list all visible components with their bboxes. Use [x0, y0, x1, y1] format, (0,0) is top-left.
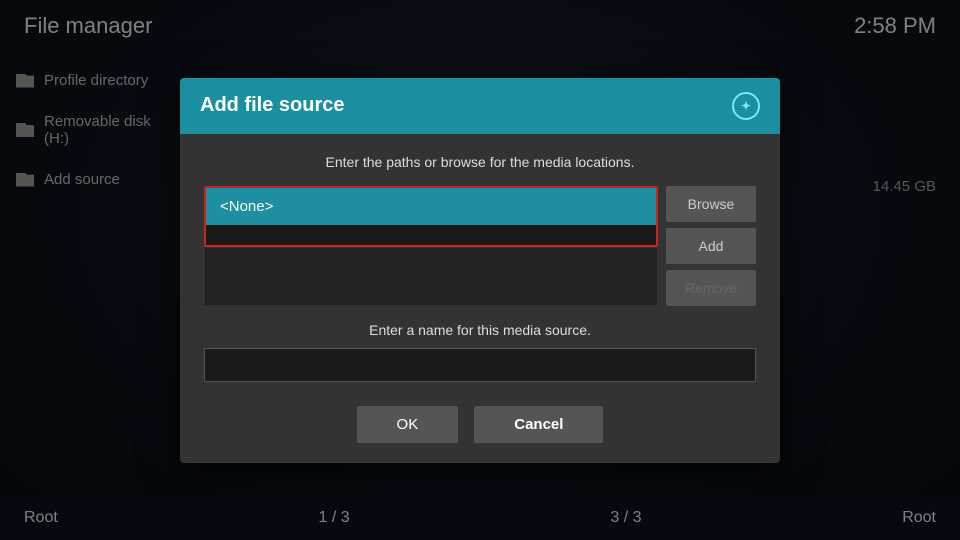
cancel-button[interactable]: Cancel [474, 406, 603, 443]
sources-list [204, 186, 658, 306]
media-source-name-input[interactable] [204, 348, 756, 382]
bottom-instruction: Enter a name for this media source. [204, 322, 756, 338]
sources-area: Browse Add Remove [204, 186, 756, 306]
kodi-icon[interactable]: ✦ [732, 92, 760, 120]
dialog-header: Add file source ✦ [180, 78, 780, 134]
source-empty-area [204, 247, 658, 306]
remove-button[interactable]: Remove [666, 270, 756, 306]
source-input-wrapper [204, 186, 658, 247]
name-section: Enter a name for this media source. [204, 322, 756, 382]
dialog-body: Enter the paths or browse for the media … [180, 134, 780, 463]
top-instruction: Enter the paths or browse for the media … [204, 154, 756, 170]
dialog-title: Add file source [200, 94, 344, 117]
ok-button[interactable]: OK [357, 406, 459, 443]
add-file-source-dialog: Add file source ✦ Enter the paths or bro… [180, 78, 780, 463]
side-buttons: Browse Add Remove [666, 186, 756, 306]
dialog-footer: OK Cancel [204, 398, 756, 443]
source-path-input[interactable] [206, 188, 656, 225]
browse-button[interactable]: Browse [666, 186, 756, 222]
add-button[interactable]: Add [666, 228, 756, 264]
dialog-overlay: Add file source ✦ Enter the paths or bro… [0, 0, 960, 540]
